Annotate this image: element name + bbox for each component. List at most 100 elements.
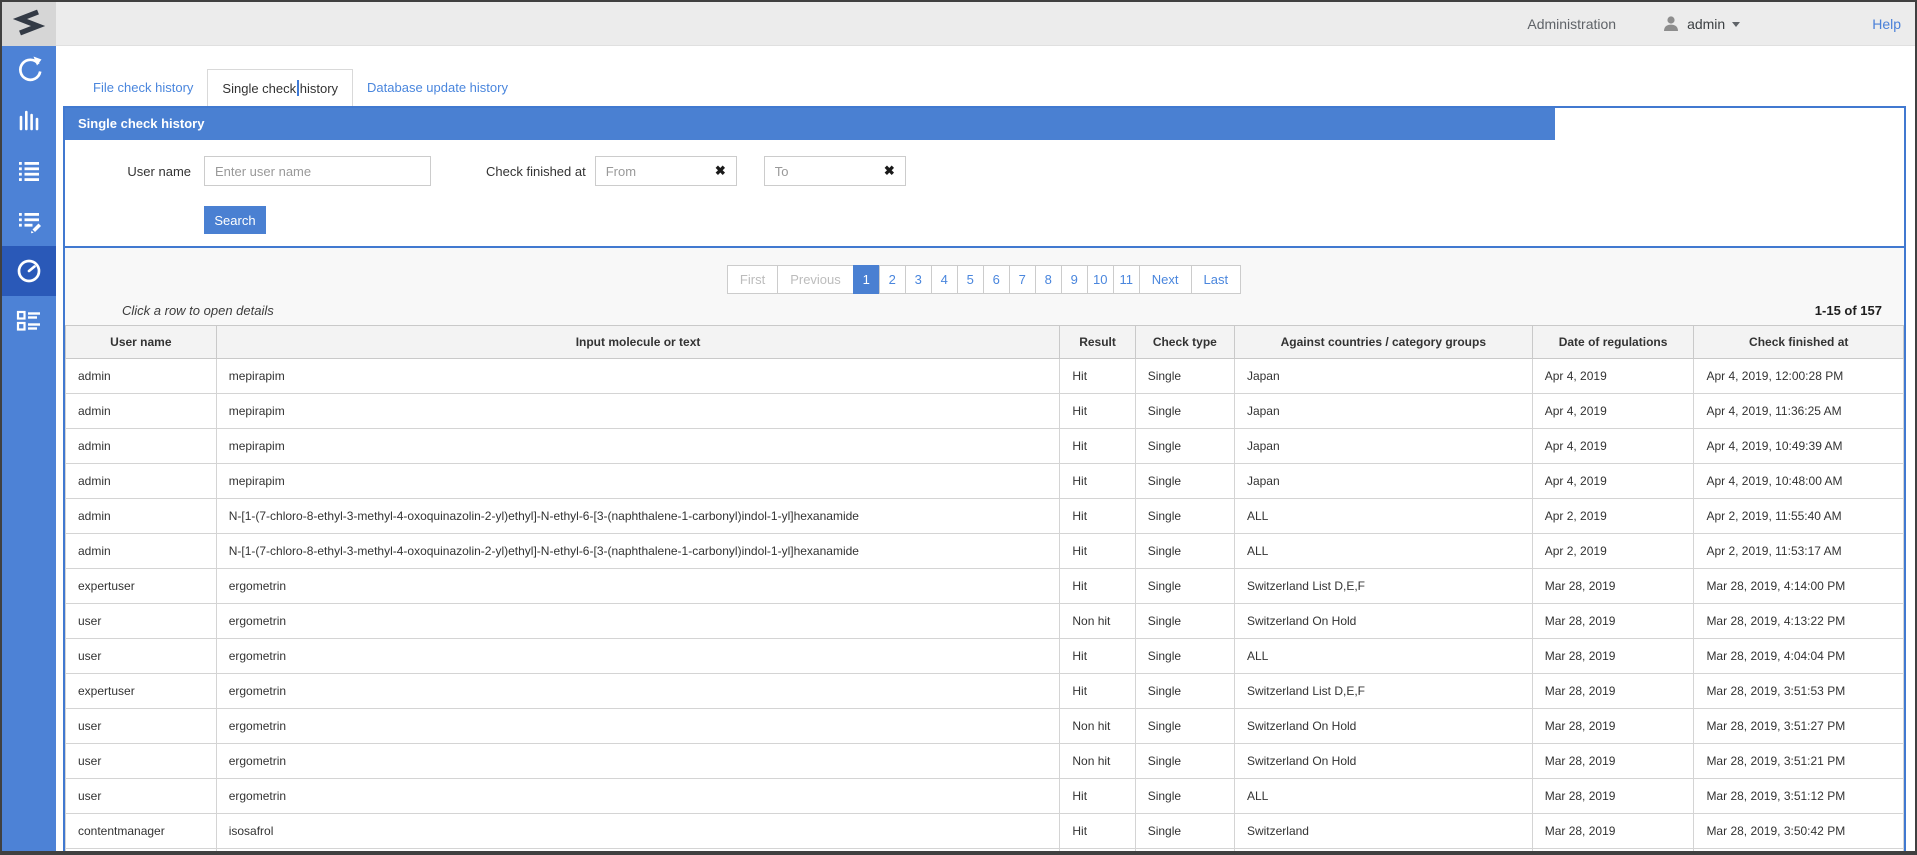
cell-check-type: Single bbox=[1135, 849, 1234, 855]
cell-input-molecule: ergometrin bbox=[216, 744, 1060, 779]
cell-input-molecule: mepirapim bbox=[216, 394, 1060, 429]
cell-user-name: user bbox=[66, 744, 217, 779]
sidebar-item-edit-lists[interactable] bbox=[2, 196, 56, 246]
help-link[interactable]: Help bbox=[1872, 16, 1901, 32]
cell-check-finished-at: Apr 4, 2019, 12:00:28 PM bbox=[1694, 359, 1904, 394]
cell-input-molecule: mepirapim bbox=[216, 464, 1060, 499]
refresh-icon bbox=[13, 55, 45, 87]
page-7-button[interactable]: 7 bbox=[1009, 265, 1036, 294]
cell-result: Hit bbox=[1060, 394, 1135, 429]
page-previous-button: Previous bbox=[777, 265, 854, 294]
table-row[interactable]: userergometrinNon hitSingleSwitzerland O… bbox=[66, 604, 1904, 639]
sidebar-item-lists[interactable] bbox=[2, 146, 56, 196]
table-row[interactable]: adminN-[1-(7-chloro-8-ethyl-3-methyl-4-o… bbox=[66, 534, 1904, 569]
tab-label: File check history bbox=[93, 80, 193, 95]
cell-check-finished-at: Mar 28, 2019, 3:50:30 PM bbox=[1694, 849, 1904, 855]
page-1-button[interactable]: 1 bbox=[853, 265, 880, 294]
table-row[interactable]: userergometrinHitSingleALLMar 28, 2019Ma… bbox=[66, 779, 1904, 814]
date-from-field: ✖ bbox=[595, 156, 737, 186]
tab-file-check-history[interactable]: File check history bbox=[79, 69, 207, 106]
user-icon bbox=[1662, 15, 1680, 32]
cell-result: Hit bbox=[1060, 464, 1135, 499]
table-row[interactable]: contentmanagerisosafrolHitSingleSwitzerl… bbox=[66, 814, 1904, 849]
tab-bar: File check history Single check history Da… bbox=[79, 69, 1906, 106]
sidebar-item-statistics[interactable] bbox=[2, 96, 56, 146]
cell-user-name: contentmanager bbox=[66, 849, 217, 855]
cell-against-countries: ALL bbox=[1234, 499, 1532, 534]
cell-result: Hit bbox=[1060, 639, 1135, 674]
sidebar-item-reports[interactable] bbox=[2, 296, 56, 346]
cell-user-name: admin bbox=[66, 429, 217, 464]
user-name-input[interactable] bbox=[204, 156, 431, 186]
tab-single-check-history[interactable]: Single check history bbox=[207, 69, 353, 106]
table-row[interactable]: userergometrinHitSingleALLMar 28, 2019Ma… bbox=[66, 639, 1904, 674]
cell-check-type: Single bbox=[1135, 394, 1234, 429]
page-3-button[interactable]: 3 bbox=[905, 265, 932, 294]
user-menu[interactable]: admin bbox=[1662, 15, 1740, 32]
table-row[interactable]: adminmepirapimHitSingleJapanApr 4, 2019A… bbox=[66, 464, 1904, 499]
sidebar bbox=[2, 2, 56, 851]
cell-input-molecule: ergometrin bbox=[216, 674, 1060, 709]
table-row[interactable]: contentmanagerisosafrolHitSingleALLMar 2… bbox=[66, 849, 1904, 855]
cell-check-finished-at: Apr 2, 2019, 11:55:40 AM bbox=[1694, 499, 1904, 534]
search-button[interactable]: Search bbox=[204, 206, 266, 234]
table-row[interactable]: adminmepirapimHitSingleJapanApr 4, 2019A… bbox=[66, 394, 1904, 429]
tab-database-update-history[interactable]: Database update history bbox=[353, 69, 522, 106]
column-header-against-countries: Against countries / category groups bbox=[1234, 326, 1532, 359]
page-11-button[interactable]: 11 bbox=[1113, 265, 1140, 294]
cell-against-countries: ALL bbox=[1234, 534, 1532, 569]
cell-input-molecule: isosafrol bbox=[216, 849, 1060, 855]
check-finished-at-label: Check finished at bbox=[486, 164, 586, 179]
sidebar-item-refresh[interactable] bbox=[2, 46, 56, 96]
cell-result: Hit bbox=[1060, 674, 1135, 709]
administration-link[interactable]: Administration bbox=[1527, 16, 1616, 32]
cell-against-countries: Japan bbox=[1234, 394, 1532, 429]
table-row[interactable]: userergometrinNon hitSingleSwitzerland O… bbox=[66, 709, 1904, 744]
cell-user-name: admin bbox=[66, 394, 217, 429]
cell-check-type: Single bbox=[1135, 604, 1234, 639]
page-10-button[interactable]: 10 bbox=[1087, 265, 1114, 294]
clear-to-icon[interactable]: ✖ bbox=[880, 163, 905, 179]
user-name: admin bbox=[1687, 16, 1725, 32]
cell-check-finished-at: Mar 28, 2019, 4:13:22 PM bbox=[1694, 604, 1904, 639]
cell-result: Hit bbox=[1060, 569, 1135, 604]
cell-against-countries: Japan bbox=[1234, 359, 1532, 394]
cell-check-finished-at: Mar 28, 2019, 3:51:12 PM bbox=[1694, 779, 1904, 814]
logo-icon bbox=[11, 6, 47, 42]
page-8-button[interactable]: 8 bbox=[1035, 265, 1062, 294]
date-from-input[interactable] bbox=[596, 164, 711, 179]
table-row[interactable]: userergometrinNon hitSingleSwitzerland O… bbox=[66, 744, 1904, 779]
cell-against-countries: Switzerland On Hold bbox=[1234, 744, 1532, 779]
table-row[interactable]: adminmepirapimHitSingleJapanApr 4, 2019A… bbox=[66, 429, 1904, 464]
cell-input-molecule: ergometrin bbox=[216, 779, 1060, 814]
cell-against-countries: Japan bbox=[1234, 429, 1532, 464]
page-next-button[interactable]: Next bbox=[1139, 265, 1192, 294]
cell-against-countries: ALL bbox=[1234, 849, 1532, 855]
page-last-button[interactable]: Last bbox=[1191, 265, 1242, 294]
date-to-input[interactable] bbox=[765, 164, 880, 179]
cell-check-finished-at: Mar 28, 2019, 3:51:21 PM bbox=[1694, 744, 1904, 779]
table-row[interactable]: expertuserergometrinHitSingleSwitzerland… bbox=[66, 569, 1904, 604]
table-row[interactable]: expertuserergometrinHitSingleSwitzerland… bbox=[66, 674, 1904, 709]
sidebar-item-check-history[interactable] bbox=[2, 246, 56, 296]
single-check-history-panel: Single check history User name Check fin… bbox=[63, 106, 1906, 851]
cell-date-of-regulations: Apr 4, 2019 bbox=[1532, 464, 1694, 499]
cell-against-countries: Japan bbox=[1234, 464, 1532, 499]
app-logo[interactable] bbox=[2, 2, 56, 46]
page-4-button[interactable]: 4 bbox=[931, 265, 958, 294]
page-5-button[interactable]: 5 bbox=[957, 265, 984, 294]
search-form: User name Check finished at ✖ ✖ Search bbox=[65, 140, 1904, 248]
table-row[interactable]: adminN-[1-(7-chloro-8-ethyl-3-methyl-4-o… bbox=[66, 499, 1904, 534]
table-row[interactable]: adminmepirapimHitSingleJapanApr 4, 2019A… bbox=[66, 359, 1904, 394]
tab-label: Single check history bbox=[222, 81, 338, 96]
user-name-label: User name bbox=[65, 164, 191, 179]
page-6-button[interactable]: 6 bbox=[983, 265, 1010, 294]
column-header-result: Result bbox=[1060, 326, 1135, 359]
clear-from-icon[interactable]: ✖ bbox=[711, 163, 736, 179]
cell-check-type: Single bbox=[1135, 499, 1234, 534]
results-area: FirstPrevious1234567891011NextLast Click… bbox=[65, 248, 1904, 849]
cell-against-countries: ALL bbox=[1234, 779, 1532, 814]
page-9-button[interactable]: 9 bbox=[1061, 265, 1088, 294]
cell-check-finished-at: Mar 28, 2019, 3:50:42 PM bbox=[1694, 814, 1904, 849]
page-2-button[interactable]: 2 bbox=[879, 265, 906, 294]
